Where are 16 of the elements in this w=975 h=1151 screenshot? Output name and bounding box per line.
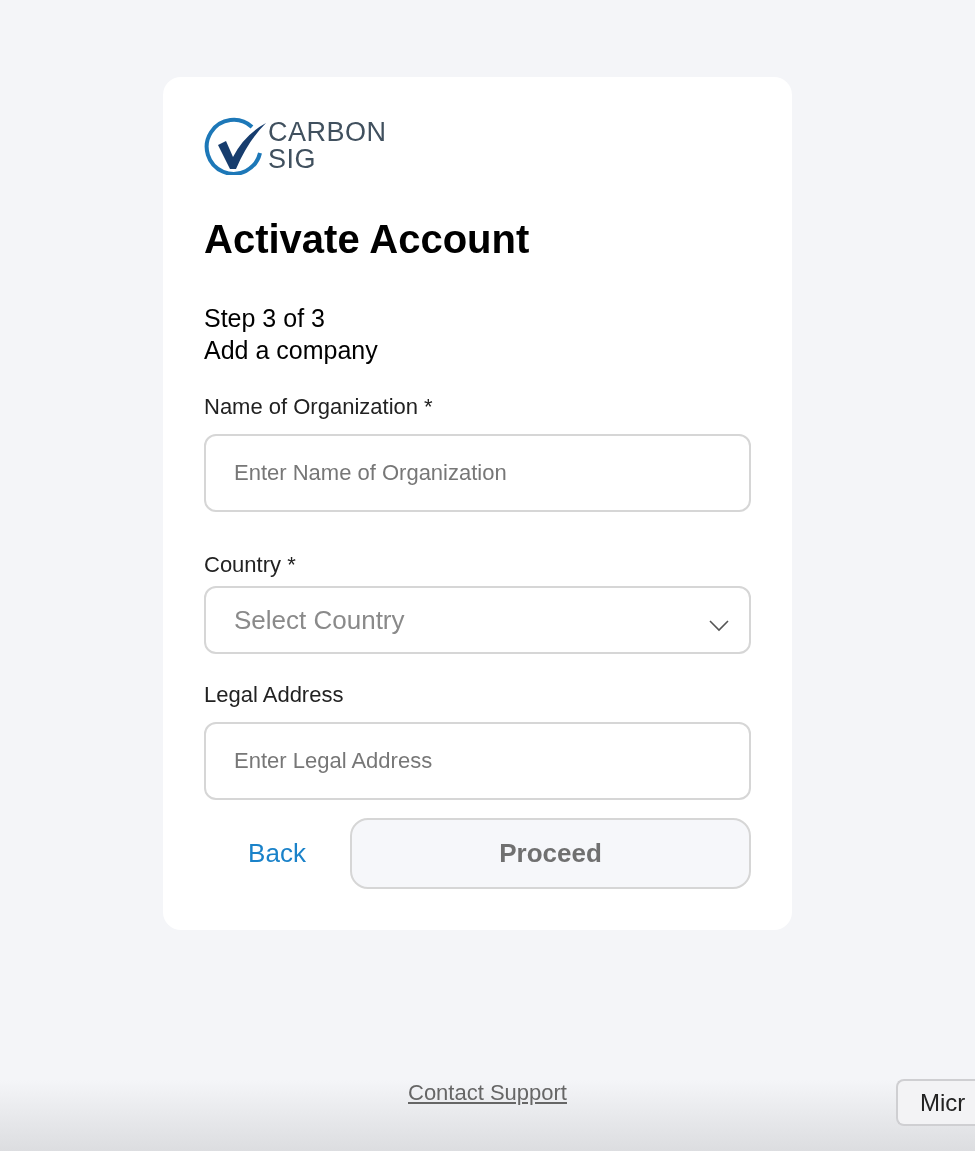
input-field[interactable]: Enter Name of Organization [204,434,751,512]
contact-support-link[interactable]: Contact Support [408,1080,567,1106]
corner-button[interactable]: Micr [896,1079,975,1126]
page-title: Activate Account [204,216,531,262]
logo-text: SIG [268,146,316,173]
field-label: Country * [204,552,296,578]
field-label: Name of Organization * [204,394,433,420]
country-dropdown[interactable]: Select Country [204,586,751,654]
back-link[interactable]: Back [204,838,350,869]
field-label: Legal Address [204,682,344,708]
input-field[interactable]: Enter Legal Address [204,722,751,800]
step-text: Step 3 of 3 [204,303,325,334]
chevron-down-icon [709,620,729,632]
checkmark-logo-icon [204,117,266,175]
logo-text: CARBON [268,119,387,146]
section-subtitle: Add a company [204,335,378,366]
